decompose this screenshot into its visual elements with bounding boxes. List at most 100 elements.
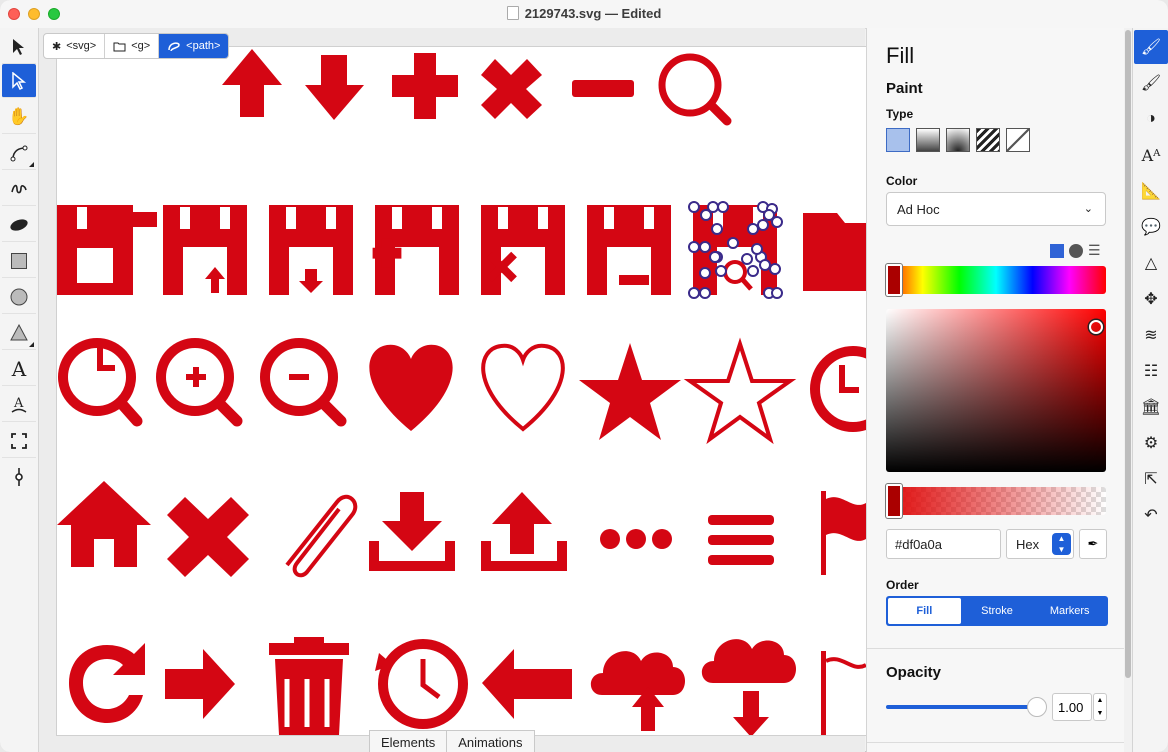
paperclip-shape[interactable]: [285, 494, 358, 578]
contrast-icon: ◑: [1146, 110, 1156, 127]
flag-outline-shape[interactable]: [821, 651, 826, 735]
color-mode-select[interactable]: Ad Hoc ⌄: [886, 192, 1106, 226]
bottom-tab-bar: Elements Animations: [369, 730, 535, 752]
hue-slider-thumb[interactable]: [886, 264, 902, 296]
layers-inspector-button[interactable]: ≋: [1134, 318, 1168, 352]
x-shape[interactable]: [481, 59, 542, 119]
undo-history-button[interactable]: ↶: [1134, 498, 1168, 532]
node-select-tool-button[interactable]: [2, 64, 36, 98]
alpha-slider[interactable]: [886, 487, 1106, 515]
panel-scrollbar-thumb[interactable]: [1125, 30, 1131, 678]
opacity-input[interactable]: 1.00: [1052, 693, 1092, 721]
saturation-value-picker[interactable]: [886, 309, 1106, 472]
text-on-path-tool-button[interactable]: A: [2, 388, 36, 422]
selection-tool-button[interactable]: [2, 30, 36, 64]
menu-bar-2-shape[interactable]: [708, 535, 774, 545]
star-filled-shape[interactable]: [579, 343, 681, 440]
svg-canvas[interactable]: [56, 46, 867, 736]
polygon-tool-button[interactable]: [2, 316, 36, 350]
hue-slider[interactable]: [886, 266, 1106, 294]
opacity-slider[interactable]: [886, 705, 1036, 709]
list-inspector-button[interactable]: ☷: [1134, 354, 1168, 388]
library-inspector-button[interactable]: 🏛: [1134, 390, 1168, 424]
down-arrow-shape[interactable]: [305, 55, 364, 120]
heart-filled-shape[interactable]: [369, 344, 453, 431]
contrast-inspector-button[interactable]: ◑: [1134, 102, 1168, 136]
star-outline-shape[interactable]: [683, 337, 797, 445]
order-fill-option[interactable]: Fill: [888, 598, 961, 624]
gear-icon: ⚙: [1143, 435, 1159, 452]
save-floppy-shape[interactable]: [57, 205, 157, 295]
refresh-shape[interactable]: [69, 643, 145, 723]
saturation-value-thumb[interactable]: [1089, 320, 1103, 334]
tab-animations[interactable]: Animations: [447, 730, 535, 752]
hand-tool-button[interactable]: ✋: [2, 100, 36, 134]
export-inspector-button[interactable]: ⇱: [1134, 462, 1168, 496]
dot-2-shape[interactable]: [626, 529, 646, 549]
cloud-download-shape[interactable]: [701, 639, 796, 683]
radial-gradient-button[interactable]: [946, 128, 970, 152]
tab-elements[interactable]: Elements: [369, 730, 448, 752]
freehand-tool-button[interactable]: [2, 172, 36, 206]
text-tool-button[interactable]: A: [2, 352, 36, 386]
left-arrow-shape[interactable]: [482, 649, 572, 719]
x-bold-shape[interactable]: [167, 497, 249, 577]
order-stroke-option[interactable]: Stroke: [961, 598, 1034, 624]
typography-inspector-button[interactable]: Aᴬ: [1134, 138, 1168, 172]
breadcrumb-path[interactable]: <path>: [159, 34, 229, 58]
upload-tray-shape[interactable]: [481, 492, 567, 571]
ruler-inspector-button[interactable]: 📐: [1134, 174, 1168, 208]
panel-scrollbar[interactable]: [1124, 28, 1132, 752]
stroke-inspector-button[interactable]: 🖌: [1134, 66, 1168, 100]
dot-1-shape[interactable]: [600, 529, 620, 549]
hex-color-input[interactable]: #df0a0a: [886, 529, 1001, 559]
circle-tool-button[interactable]: [2, 280, 36, 314]
eyedropper-button[interactable]: ✒: [1079, 529, 1107, 559]
selected-path-editing[interactable]: [688, 201, 783, 299]
folder-shape[interactable]: [803, 213, 866, 291]
minus-shape[interactable]: [572, 80, 634, 97]
heart-outline-shape[interactable]: [481, 343, 565, 432]
asterisk-icon: ✱: [52, 40, 62, 53]
alpha-slider-thumb[interactable]: [886, 484, 902, 518]
dot-3-shape[interactable]: [652, 529, 672, 549]
plus-shape[interactable]: [392, 53, 458, 119]
opacity-slider-thumb[interactable]: [1027, 697, 1047, 717]
right-arrow-shape[interactable]: [165, 649, 235, 719]
settings-inspector-button[interactable]: ⚙: [1134, 426, 1168, 460]
cloud-upload-shape[interactable]: [590, 651, 685, 695]
linear-gradient-button[interactable]: [916, 128, 940, 152]
fill-inspector-button[interactable]: 🖌: [1134, 30, 1168, 64]
download-tray-shape[interactable]: [369, 492, 455, 571]
list-swatch-icon[interactable]: ☰: [1088, 242, 1101, 259]
color-format-select[interactable]: Hex ▲ ▼: [1006, 529, 1074, 559]
icon-artwork[interactable]: [57, 47, 866, 735]
no-paint-button[interactable]: [1006, 128, 1030, 152]
square-swatch-icon[interactable]: [1050, 243, 1064, 258]
ellipse-tool-button[interactable]: [2, 208, 36, 242]
breadcrumb-g[interactable]: <g>: [105, 34, 160, 58]
transform-inspector-button[interactable]: ✥: [1134, 282, 1168, 316]
element-breadcrumb: ✱ <svg> <g> <path>: [43, 33, 230, 59]
solid-paint-button[interactable]: [886, 128, 910, 152]
menu-bar-3-shape[interactable]: [708, 555, 774, 565]
circle-swatch-icon[interactable]: [1069, 243, 1083, 258]
order-markers-option[interactable]: Markers: [1033, 598, 1106, 624]
rectangle-tool-button[interactable]: [2, 244, 36, 278]
comment-icon: 💬: [1141, 219, 1161, 236]
bounds-tool-button[interactable]: [2, 424, 36, 458]
anchor-tool-button[interactable]: [2, 460, 36, 494]
geometry-inspector-button[interactable]: △: [1134, 246, 1168, 280]
up-arrow-shape[interactable]: [222, 49, 282, 117]
section-divider: [867, 742, 1127, 743]
flag-outline-cloth-shape[interactable]: [825, 657, 866, 669]
opacity-stepper[interactable]: ▲ ▼: [1093, 693, 1107, 721]
title-bar: 2129743.svg — Edited: [0, 0, 1168, 29]
comment-inspector-button[interactable]: 💬: [1134, 210, 1168, 244]
pattern-paint-button[interactable]: [976, 128, 1000, 152]
pen-tool-button[interactable]: [2, 136, 36, 170]
breadcrumb-svg[interactable]: ✱ <svg>: [44, 34, 106, 58]
home-shape[interactable]: [57, 481, 151, 567]
menu-bar-1-shape[interactable]: [708, 515, 774, 525]
flag-shape[interactable]: [821, 491, 866, 575]
